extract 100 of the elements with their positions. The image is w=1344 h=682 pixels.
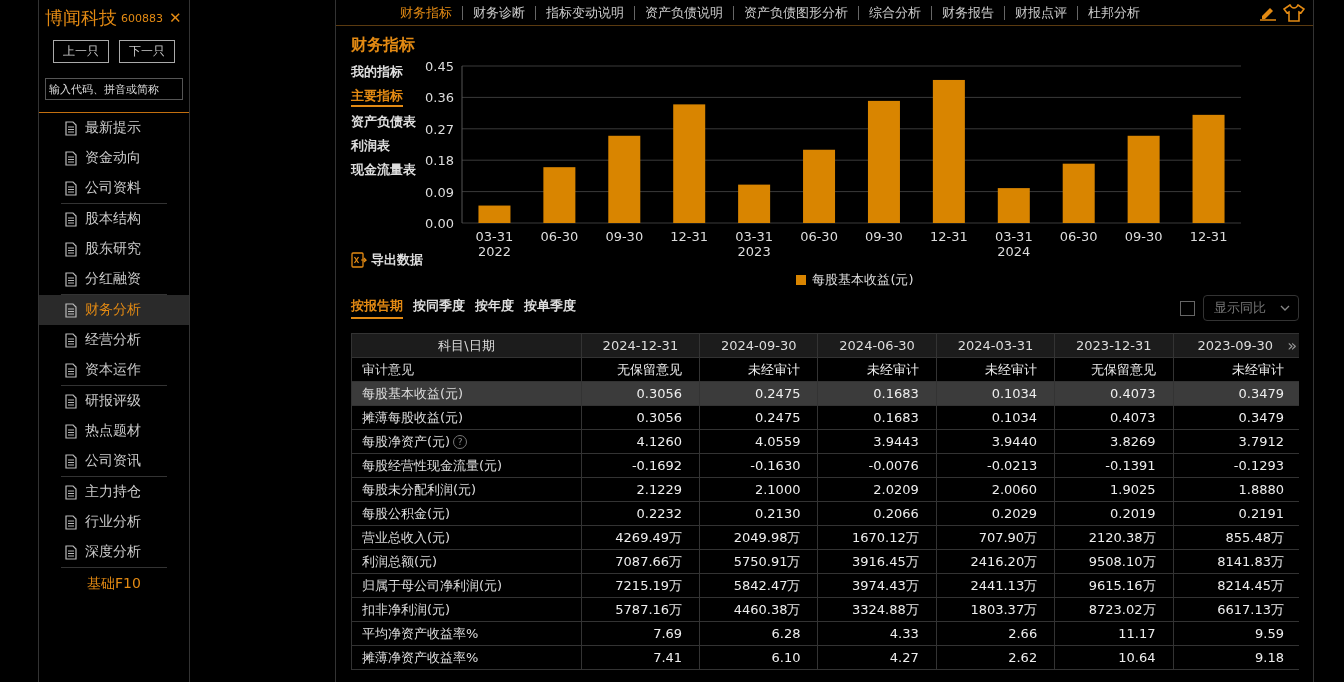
more-columns-icon[interactable]: » [1287, 336, 1297, 355]
chevron-icon [1280, 305, 1290, 311]
document-icon [65, 484, 77, 500]
row-label: 每股经营性现金流量(元) [362, 457, 503, 473]
table-cell: 1.9025 [1054, 477, 1173, 502]
document-icon [65, 362, 77, 378]
period-tab[interactable]: 按报告期 [351, 297, 403, 319]
search-field[interactable]: 输入代码、拼音或简称 [45, 78, 183, 100]
table-cell: 未经审计 [936, 357, 1055, 382]
shirt-icon[interactable] [1283, 3, 1305, 22]
close-button[interactable]: ✕ [169, 9, 182, 27]
sidebar-item[interactable]: 深度分析 [39, 537, 189, 567]
tab[interactable]: 资产负债说明 [635, 3, 733, 22]
table-cell: 2.66 [936, 621, 1055, 646]
document-icon [65, 150, 77, 166]
table-cell: -0.0076 [817, 453, 937, 478]
table-cell: 2.62 [936, 645, 1055, 670]
sidebar-item[interactable]: 最新提示 [39, 113, 189, 143]
document-icon [65, 271, 77, 287]
sidebar-item[interactable]: 经营分析 [39, 325, 189, 355]
table-cell: -0.0213 [936, 453, 1055, 478]
table-cell: 0.2066 [817, 501, 937, 526]
table-cell: 4.27 [817, 645, 937, 670]
table-cell: 0.4073 [1054, 405, 1173, 430]
table-cell: 0.3056 [581, 405, 700, 430]
document-icon [65, 120, 77, 136]
tab[interactable]: 财务报告 [932, 3, 1004, 22]
sidebar-item[interactable]: 行业分析 [39, 507, 189, 537]
sidebar-item[interactable]: 股东研究 [39, 234, 189, 264]
table-cell: 8723.02万 [1054, 597, 1173, 622]
sidebar-item[interactable]: 财务分析 [39, 295, 189, 325]
sidebar-item[interactable]: 股本结构 [39, 204, 189, 234]
y-axis-label: 0.09 [425, 184, 454, 200]
table-cell: 3.9443 [817, 429, 937, 454]
tab[interactable]: 财务诊断 [463, 3, 535, 22]
table-cell: 2.0060 [936, 477, 1055, 502]
table-cell: 0.2475 [699, 381, 818, 406]
row-label: 利润总额(元) [362, 553, 438, 569]
indicator-menu-item[interactable]: 资产负债表 [351, 112, 416, 131]
y-axis-label: 0.18 [425, 153, 454, 169]
indicator-menu-item[interactable]: 我的指标 [351, 62, 403, 81]
table-cell: 1803.37万 [936, 597, 1055, 622]
row-label: 扣非净利润(元) [362, 601, 451, 617]
x-axis-label: 06-30 [800, 229, 838, 244]
document-icon [65, 211, 77, 227]
tab[interactable]: 综合分析 [859, 3, 931, 22]
table-cell: 6.28 [699, 621, 818, 646]
basic-f10-link[interactable]: 基础F10 [87, 575, 141, 593]
x-axis-label: 12-31 [1189, 229, 1228, 244]
next-button[interactable]: 下一只 [119, 40, 175, 63]
previous-button[interactable]: 上一只 [53, 40, 109, 63]
period-tab[interactable]: 按单季度 [524, 297, 576, 319]
table-cell: 707.90万 [936, 525, 1055, 550]
table-cell: 2.1000 [699, 477, 818, 502]
x-axis-label: 03-31 2022 [475, 229, 514, 259]
indicator-menu-item[interactable]: 现金流量表 [351, 160, 416, 179]
row-label: 归属于母公司净利润(元) [362, 577, 503, 593]
table-cell: 0.3056 [581, 381, 700, 406]
indicator-menu-item[interactable]: 利润表 [351, 136, 390, 155]
checkbox[interactable] [1180, 300, 1195, 316]
sidebar-item[interactable]: 公司资料 [39, 173, 189, 203]
stock-code: 600883 [121, 11, 163, 25]
table-cell: 4.0559 [699, 429, 818, 454]
tab[interactable]: 资产负债图形分析 [734, 3, 858, 22]
document-icon [65, 544, 77, 560]
sidebar-item[interactable]: 公司资讯 [39, 446, 189, 476]
y-axis-label: 0.27 [425, 121, 454, 137]
table-cell: 2.1229 [581, 477, 700, 502]
document-icon [65, 302, 77, 318]
table-cell: 7215.19万 [581, 573, 700, 598]
period-tab[interactable]: 按年度 [475, 297, 514, 319]
row-label: 每股净资产(元) [362, 433, 451, 449]
table-cell: 2.0209 [817, 477, 937, 502]
y-axis-label: 0.00 [425, 216, 454, 231]
sidebar-item[interactable]: 资金动向 [39, 143, 189, 173]
compare-dropdown[interactable]: 显示同比 [1203, 295, 1299, 321]
sidebar-item[interactable]: 主力持仓 [39, 477, 189, 507]
table-cell: 0.1034 [936, 381, 1055, 406]
sidebar-item[interactable]: 资本运作 [39, 355, 189, 385]
indicator-menu-item[interactable]: 主要指标 [351, 86, 403, 107]
x-axis-label: 12-31 [670, 229, 709, 244]
tab[interactable]: 财报点评 [1005, 3, 1077, 22]
table-cell: 2049.98万 [699, 525, 818, 550]
table-cell: -0.1692 [581, 453, 700, 478]
table-cell: 0.2232 [581, 501, 700, 526]
tab[interactable]: 指标变动说明 [536, 3, 634, 22]
table-cell: -0.1391 [1054, 453, 1173, 478]
sidebar-item[interactable]: 研报评级 [39, 386, 189, 416]
sidebar-item[interactable]: 分红融资 [39, 264, 189, 294]
export-data-button[interactable]: 导出数据 [351, 251, 456, 269]
table-cell: 0.1034 [936, 405, 1055, 430]
table-cell: 0.1683 [817, 405, 937, 430]
table-cell: 3.9440 [936, 429, 1055, 454]
period-tab[interactable]: 按同季度 [413, 297, 465, 319]
x-axis-label: 09-30 [1124, 229, 1163, 244]
y-axis-label: 0.36 [425, 90, 454, 106]
tab[interactable]: 杜邦分析 [1078, 3, 1150, 22]
sidebar-item[interactable]: 热点题材 [39, 416, 189, 446]
tab[interactable]: 财务指标 [390, 3, 462, 22]
row-label: 摊薄净资产收益率% [362, 649, 479, 665]
